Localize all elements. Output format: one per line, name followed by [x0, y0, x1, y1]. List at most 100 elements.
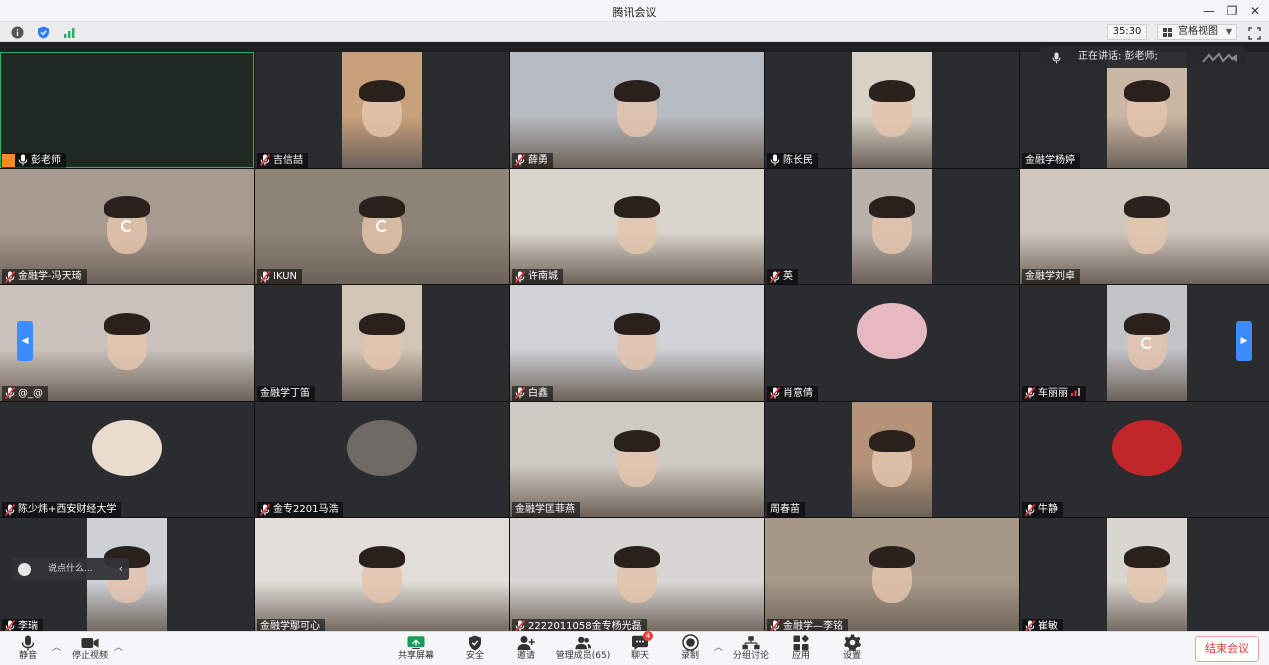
restore-icon[interactable]: ❐ [1221, 2, 1243, 20]
participant-label: 金融学匡菲燕 [512, 502, 580, 518]
participant-tile[interactable]: 金融学刘卓 [1020, 168, 1269, 285]
participant-label: 薛勇 [512, 152, 553, 168]
participant-tile[interactable]: 2222011058金专杨光磊 [510, 518, 764, 634]
stop-video-button[interactable]: 停止视频 [70, 634, 110, 664]
bottom-toolbar: 静音 ︿ 停止视频 ︿ 共享屏幕 安全 邀请 管理成员(65) 4 聊天 录制 … [0, 631, 1269, 665]
fullscreen-icon[interactable] [1248, 25, 1262, 40]
participant-tile[interactable]: 吉信喆 [255, 52, 509, 168]
participant-avatar [92, 420, 162, 477]
participant-tile[interactable]: 崔敏 [1020, 518, 1269, 634]
participant-tile[interactable]: @_@ [0, 285, 254, 401]
record-icon [681, 634, 699, 651]
participant-avatar [857, 303, 927, 360]
close-icon[interactable]: ✕ [1244, 2, 1266, 20]
participant-tile[interactable]: 金融学匡菲燕 [510, 401, 764, 518]
participant-name: 金融学刘卓 [1025, 271, 1075, 283]
invite-button[interactable]: 邀请 [514, 634, 538, 664]
participant-name: IKUN [273, 271, 298, 283]
network-signal-icon [1071, 386, 1081, 401]
microphone-muted-icon [514, 270, 526, 283]
shield-icon[interactable] [36, 25, 50, 39]
participant-label: 陈少炜+西安财经大学 [2, 502, 122, 518]
participant-hair [359, 312, 405, 335]
previous-page-arrow-icon[interactable]: ◀ [17, 321, 33, 361]
breakout-rooms-icon [742, 634, 760, 651]
chat-quick-input[interactable]: 说点什么... ‹ [12, 558, 129, 580]
breakout-rooms-button[interactable]: 分组讨论 [731, 634, 771, 664]
video-grid: 彭老师 吉信喆 薛勇 陈长民 金融学杨婷 金融学-冯天琦 IKUN 许南城 英 金融学刘卓 @_@ 金… [0, 52, 1269, 634]
next-page-arrow-icon[interactable]: ▶ [1236, 321, 1252, 361]
participant-label: 陈长民 [767, 152, 818, 168]
participant-tile[interactable]: 金融学丁笛 [255, 285, 509, 401]
participant-tile[interactable]: 陈少炜+西安财经大学 [0, 401, 254, 518]
participant-label: 金专2201马浩 [257, 502, 344, 518]
participant-hair [359, 196, 405, 219]
view-mode-dropdown[interactable]: 宫格视图 ▼ [1157, 24, 1237, 40]
participant-name: @_@ [18, 387, 43, 399]
video-camera-icon [81, 634, 99, 651]
participant-name: 周春苗 [770, 504, 800, 516]
host-badge-icon [2, 153, 15, 167]
participant-tile[interactable]: 金融学-冯天琦 [0, 168, 254, 285]
microphone-muted-icon [4, 387, 16, 400]
participant-tile[interactable]: IKUN [255, 168, 509, 285]
top-toolbar: 35:30 宫格视图 ▼ [0, 22, 1269, 42]
participant-tile[interactable]: 英 [765, 168, 1019, 285]
participant-label: 吉信喆 [257, 152, 308, 168]
video-options-chevron-icon[interactable]: ︿ [114, 640, 123, 653]
stop-video-label: 停止视频 [71, 651, 108, 661]
audio-waves-icon [1201, 51, 1241, 63]
participant-hair [1123, 79, 1170, 102]
manage-members-button[interactable]: 管理成员(65) [556, 634, 610, 664]
participant-tile[interactable]: 周春苗 [765, 401, 1019, 518]
participant-name: 肖意倩 [783, 387, 813, 399]
apps-label: 应用 [791, 651, 810, 661]
participant-tile[interactable]: 薛勇 [510, 52, 764, 168]
chat-button[interactable]: 4 聊天 [628, 631, 653, 664]
info-icon[interactable] [10, 25, 24, 39]
microphone-muted-icon [769, 387, 781, 400]
participant-tile[interactable]: 许南城 [510, 168, 764, 285]
security-button[interactable]: 安全 [463, 634, 487, 664]
participant-tile[interactable]: 肖意倩 [765, 285, 1019, 401]
microphone-muted-icon [514, 154, 526, 167]
participant-avatar [1111, 420, 1182, 477]
record-options-chevron-icon[interactable]: ︿ [714, 640, 723, 653]
apps-icon [792, 634, 810, 651]
participant-name: 车丽丽 [1038, 387, 1068, 399]
participant-hair [104, 312, 150, 335]
participant-tile[interactable]: 金专2201马浩 [255, 401, 509, 518]
participant-name: 薛勇 [528, 154, 548, 166]
participant-tile[interactable]: 车丽丽 [1020, 285, 1269, 401]
participant-tile[interactable]: 陈长民 [765, 52, 1019, 168]
participant-name: 牛静 [1038, 504, 1058, 516]
microphone-icon [19, 634, 37, 651]
participant-label: 周春苗 [767, 502, 805, 518]
microphone-muted-icon [259, 503, 271, 516]
record-button[interactable]: 录制 [678, 634, 702, 664]
audio-options-chevron-icon[interactable]: ︿ [52, 640, 61, 653]
emoji-icon[interactable] [18, 563, 31, 576]
participant-name: 金融学丁笛 [260, 387, 310, 399]
mute-button[interactable]: 静音 [16, 634, 40, 664]
participant-name: 陈长民 [783, 154, 813, 166]
settings-button[interactable]: 设置 [840, 634, 864, 664]
network-signal-icon[interactable] [62, 25, 76, 39]
loading-spinner-icon [1140, 336, 1153, 349]
participant-tile[interactable]: 金融学—李铭 [765, 518, 1019, 634]
participant-label: 金融学丁笛 [257, 385, 315, 401]
participant-name: 陈少炜+西安财经大学 [18, 504, 117, 516]
participant-hair [869, 429, 915, 452]
chevron-left-icon[interactable]: ‹ [119, 558, 123, 580]
apps-button[interactable]: 应用 [789, 634, 813, 664]
participant-tile[interactable]: 彭老师 [0, 52, 254, 168]
microphone-icon [18, 154, 28, 166]
participant-hair [614, 312, 660, 335]
end-meeting-button[interactable]: 结束会议 [1195, 636, 1259, 662]
participant-tile[interactable]: 金融学鄢可心 [255, 518, 509, 634]
share-screen-button[interactable]: 共享屏幕 [396, 634, 436, 664]
participant-tile[interactable]: 牛静 [1020, 401, 1269, 518]
minimize-icon[interactable]: — [1198, 2, 1220, 20]
participant-tile[interactable]: 白鑫 [510, 285, 764, 401]
meeting-timer: 35:30 [1107, 24, 1147, 40]
